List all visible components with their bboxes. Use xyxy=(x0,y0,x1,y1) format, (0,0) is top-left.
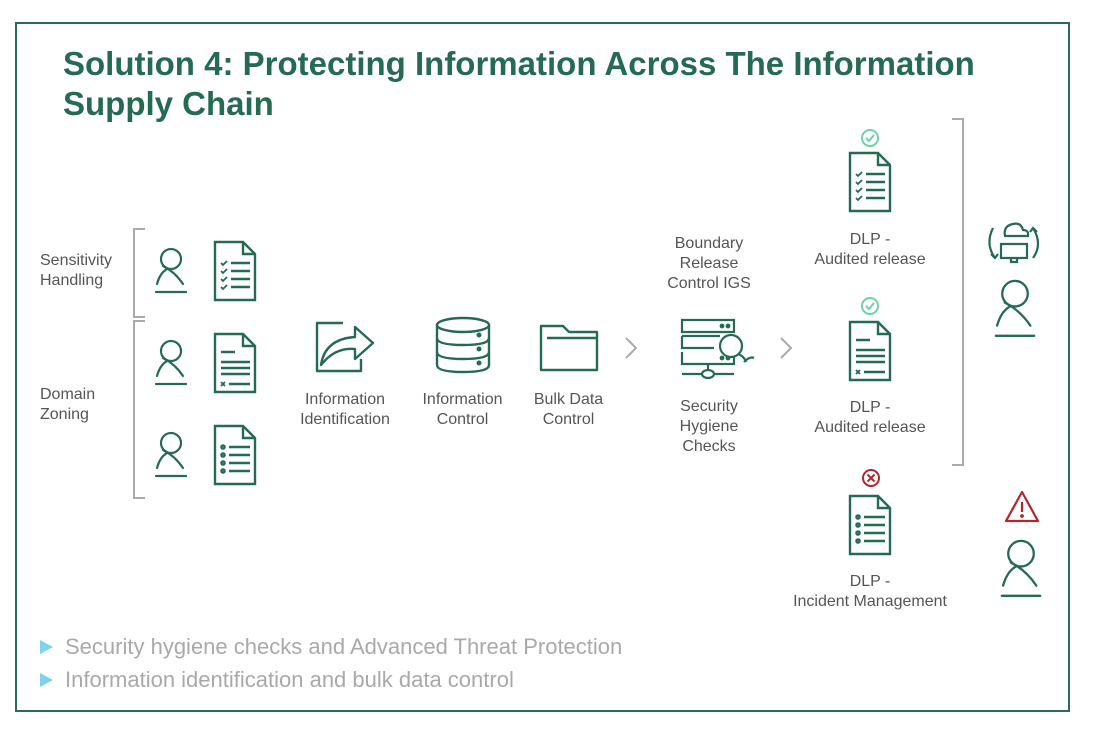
chevron-right-icon xyxy=(779,336,793,365)
checklist-document-icon xyxy=(848,151,892,213)
bullet-item: Information identification and bulk data… xyxy=(40,663,622,696)
boundary-release-label: Boundary Release Control IGS xyxy=(650,234,768,294)
bullet-item: Security hygiene checks and Advanced Thr… xyxy=(40,630,622,663)
share-arrow-icon xyxy=(315,321,375,373)
database-icon xyxy=(434,316,492,374)
check-circle-icon xyxy=(860,128,880,148)
bullet-text: Information identification and bulk data… xyxy=(65,666,514,692)
label-line: Information xyxy=(304,391,386,408)
user-icon xyxy=(153,246,189,296)
warning-icon xyxy=(1004,490,1040,524)
list-document-icon xyxy=(848,494,892,556)
label-line: Control IGS xyxy=(667,275,751,292)
bracket-sensitivity xyxy=(133,228,145,318)
step-label-bulk: Bulk Data Control xyxy=(521,390,616,430)
user-icon xyxy=(153,430,189,480)
label-line: Hygiene xyxy=(679,418,739,435)
cloud-sync-icon xyxy=(985,218,1043,270)
step-label-control: Information Control xyxy=(405,390,520,430)
label-line: Domain xyxy=(40,386,96,403)
step-label-identification: Information Identification xyxy=(286,390,404,430)
triangle-bullet-icon xyxy=(40,639,53,654)
label-line: Sensitivity xyxy=(40,252,113,269)
user-icon xyxy=(998,536,1044,602)
label-line: Identification xyxy=(300,411,390,428)
folder-icon xyxy=(539,324,599,372)
label-line: DLP - xyxy=(849,231,891,248)
outcome-label: DLP - Audited release xyxy=(795,230,945,270)
check-circle-icon xyxy=(860,296,880,316)
outcome-label: DLP - Audited release xyxy=(795,398,945,438)
bullet-list: Security hygiene checks and Advanced Thr… xyxy=(40,630,622,696)
rejected-document-icon xyxy=(213,332,257,394)
label-line: Boundary xyxy=(674,235,744,252)
label-line: Control xyxy=(542,411,595,428)
label-line: Security xyxy=(680,398,738,415)
group-label-sensitivity: Sensitivity Handling xyxy=(40,251,112,291)
page-title: Solution 4: Protecting Information Acros… xyxy=(63,45,975,122)
label-line: Audited release xyxy=(814,419,926,436)
label-line: Zoning xyxy=(40,406,89,423)
label-line: Information xyxy=(422,391,503,408)
label-line: Control xyxy=(436,411,489,428)
error-circle-icon xyxy=(861,468,881,488)
label-line: Incident Management xyxy=(793,593,947,610)
user-icon xyxy=(153,338,189,388)
label-line: Release xyxy=(679,255,739,272)
bracket-approved xyxy=(952,118,964,466)
triangle-bullet-icon xyxy=(40,672,53,687)
group-label-domain: Domain Zoning xyxy=(40,385,95,425)
list-document-icon xyxy=(213,424,257,486)
label-line: Audited release xyxy=(814,251,926,268)
checklist-document-icon xyxy=(213,240,257,302)
label-line: Handling xyxy=(40,272,104,289)
label-line: DLP - xyxy=(849,399,891,416)
label-line: Bulk Data xyxy=(533,391,604,408)
bullet-text: Security hygiene checks and Advanced Thr… xyxy=(65,633,623,659)
label-line: DLP - xyxy=(849,573,891,590)
chevron-right-icon xyxy=(624,336,638,365)
outcome-label: DLP - Incident Management xyxy=(770,572,970,612)
security-hygiene-label: Security Hygiene Checks xyxy=(655,397,763,457)
label-line: Checks xyxy=(682,438,736,455)
bracket-domain xyxy=(133,320,145,499)
rejected-document-icon xyxy=(848,320,892,382)
server-search-icon xyxy=(680,318,756,380)
user-icon xyxy=(992,276,1038,342)
